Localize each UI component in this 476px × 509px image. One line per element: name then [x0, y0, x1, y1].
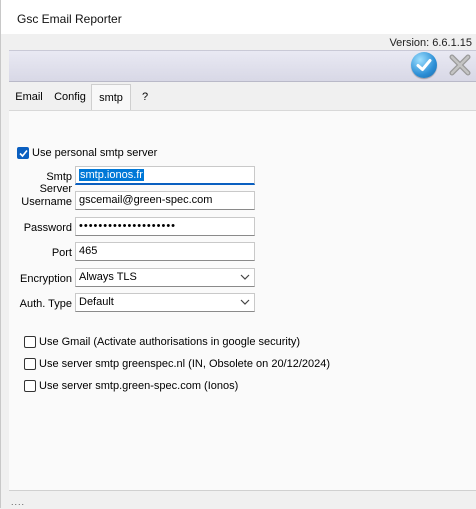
encryption-value: Always TLS [79, 271, 137, 283]
encryption-select[interactable]: Always TLS [75, 268, 255, 287]
use-gmail-checkbox[interactable] [24, 336, 36, 348]
ok-button[interactable] [411, 52, 437, 78]
tab-config[interactable]: Config [51, 84, 89, 110]
password-field[interactable]: •••••••••••••••••••• [75, 217, 255, 236]
chevron-down-icon [240, 299, 250, 305]
smtp-server-field[interactable]: smtp.ionos.fr [75, 166, 255, 185]
use-personal-smtp-label: Use personal smtp server [32, 147, 158, 159]
close-icon [449, 54, 471, 76]
use-personal-smtp-checkbox[interactable] [17, 147, 29, 159]
tab-bar: Email Config smtp ? [9, 84, 476, 110]
password-label: Password [23, 222, 72, 234]
toolbar [9, 50, 476, 82]
port-label: Port [51, 247, 72, 259]
tab-smtp[interactable]: smtp [91, 84, 131, 110]
smtp-server-value: smtp.ionos.fr [79, 169, 144, 181]
check-icon [416, 59, 432, 71]
use-green-spec-com-label: Use server smtp.green-spec.com (Ionos) [39, 380, 239, 392]
status-bar: .... [9, 490, 476, 509]
username-label: Username [21, 196, 72, 208]
auth-type-label: Auth. Type [19, 298, 72, 310]
smtp-server-label: Smtp Server [39, 171, 72, 195]
app-window: Gsc Email Reporter Version: 6.6.1.15 Ema… [0, 0, 476, 509]
tab-email[interactable]: Email [11, 84, 47, 110]
window-title: Gsc Email Reporter [17, 12, 122, 26]
auth-type-value: Default [79, 296, 114, 308]
auth-type-select[interactable]: Default [75, 293, 255, 312]
version-label: Version: 6.6.1.15 [389, 37, 472, 49]
port-field[interactable]: 465 [75, 242, 255, 261]
title-bar: Gsc Email Reporter [1, 0, 476, 34]
use-greenspec-nl-label: Use server smtp greenspec.nl (IN, Obsole… [39, 358, 331, 370]
chevron-down-icon [240, 274, 250, 280]
encryption-label: Encryption [20, 273, 72, 285]
resize-grip[interactable]: .... [11, 497, 25, 507]
checkmark-icon [19, 149, 28, 158]
use-greenspec-nl-checkbox[interactable] [24, 358, 36, 370]
use-green-spec-com-checkbox[interactable] [24, 380, 36, 392]
cancel-button[interactable] [447, 52, 473, 78]
tab-help[interactable]: ? [131, 84, 159, 110]
use-gmail-label: Use Gmail (Activate authorisations in go… [39, 336, 301, 348]
username-field[interactable]: gscemail@green-spec.com [75, 191, 255, 210]
